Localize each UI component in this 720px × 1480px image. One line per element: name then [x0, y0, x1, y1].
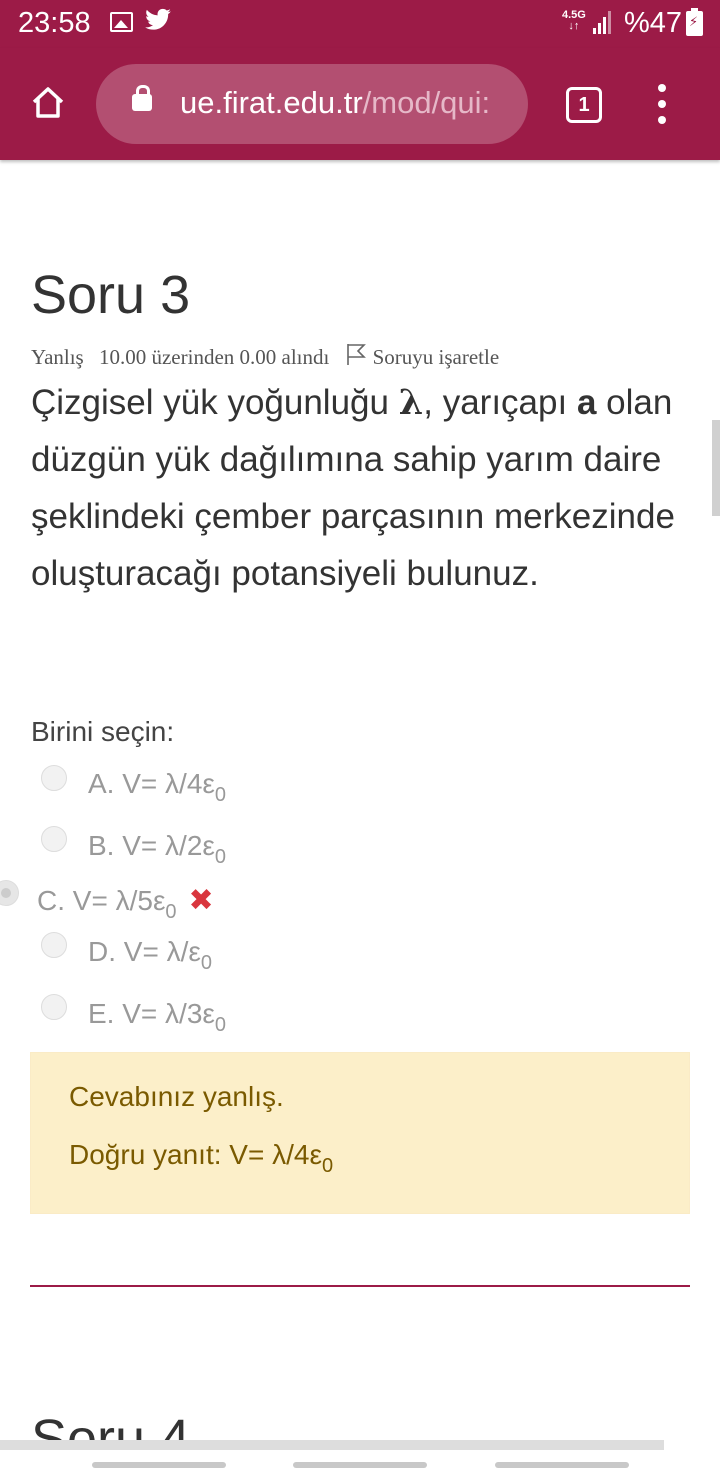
status-bar: 23:58 4.5G ↓↑ %47 — [0, 0, 720, 48]
url-domain: ue.firat.edu.tr — [180, 85, 363, 120]
flag-question-label: Soruyu işaretle — [372, 345, 500, 369]
tab-switcher-button[interactable]: 1 — [566, 87, 602, 123]
menu-dots-icon[interactable] — [650, 84, 674, 124]
twitter-icon — [145, 8, 171, 30]
nav-handle-center[interactable] — [293, 1462, 427, 1468]
nav-handle-left[interactable] — [92, 1462, 226, 1468]
network-type: 4.5G ↓↑ — [562, 9, 586, 32]
question-status: Yanlış — [31, 345, 84, 369]
feedback-box: Cevabınız yanlış. Doğru yanıt: V= λ/4ε0 — [30, 1052, 690, 1214]
feedback-result: Cevabınız yanlış. — [69, 1081, 284, 1112]
flag-icon — [346, 344, 366, 365]
question-grade: 10.00 üzerinden 0.00 alındı — [98, 345, 330, 369]
url-text[interactable]: ue.firat.edu.tr/mod/qui: — [180, 85, 510, 121]
clock: 23:58 — [18, 7, 91, 39]
option-b-radio[interactable] — [41, 826, 67, 852]
url-bar[interactable]: ue.firat.edu.tr/mod/qui: — [96, 64, 528, 144]
correct-answer: Doğru yanıt: V= λ/4ε0 — [69, 1139, 334, 1177]
option-a-radio[interactable] — [41, 765, 67, 791]
lambda-symbol: λ — [398, 382, 424, 423]
radius-symbol: a — [576, 383, 597, 422]
option-d-radio[interactable] — [41, 932, 67, 958]
browser-toolbar: ue.firat.edu.tr/mod/qui: 1 — [0, 48, 720, 160]
question-text: Çizgisel yük yoğunluğu λ, yarıçapı a ola… — [31, 382, 675, 593]
option-c-radio[interactable] — [0, 880, 19, 906]
option-d-label[interactable]: D. V= λ/ε0 — [88, 936, 212, 975]
gesture-nav-bar — [0, 1450, 720, 1480]
option-e-label[interactable]: E. V= λ/3ε0 — [88, 998, 226, 1037]
option-b-label[interactable]: B. V= λ/2ε0 — [88, 830, 226, 869]
question-title: Soru 3 — [31, 265, 191, 325]
option-c-label[interactable]: C. V= λ/5ε0 ✖ — [37, 883, 214, 924]
signal-icon — [593, 10, 615, 34]
lock-icon — [132, 85, 152, 111]
horizontal-scrollbar[interactable] — [0, 1440, 664, 1450]
option-a-label[interactable]: A. V= λ/4ε0 — [88, 768, 226, 807]
url-path: /mod/qui: — [362, 85, 491, 120]
vertical-scrollbar[interactable] — [712, 420, 720, 516]
answer-prompt: Birini seçin: — [31, 716, 175, 747]
flag-question-link[interactable]: Soruyu işaretle — [345, 344, 500, 369]
home-icon[interactable] — [28, 83, 68, 123]
battery-percent: %47 — [624, 7, 683, 39]
question-divider — [30, 1285, 690, 1287]
question-info: Yanlış 10.00 üzerinden 0.00 alındı Soruy… — [31, 342, 499, 370]
incorrect-icon: ✖ — [188, 884, 214, 917]
image-icon — [110, 12, 133, 32]
option-e-radio[interactable] — [41, 994, 67, 1020]
nav-handle-right[interactable] — [495, 1462, 629, 1468]
battery-charging-icon — [686, 8, 703, 36]
